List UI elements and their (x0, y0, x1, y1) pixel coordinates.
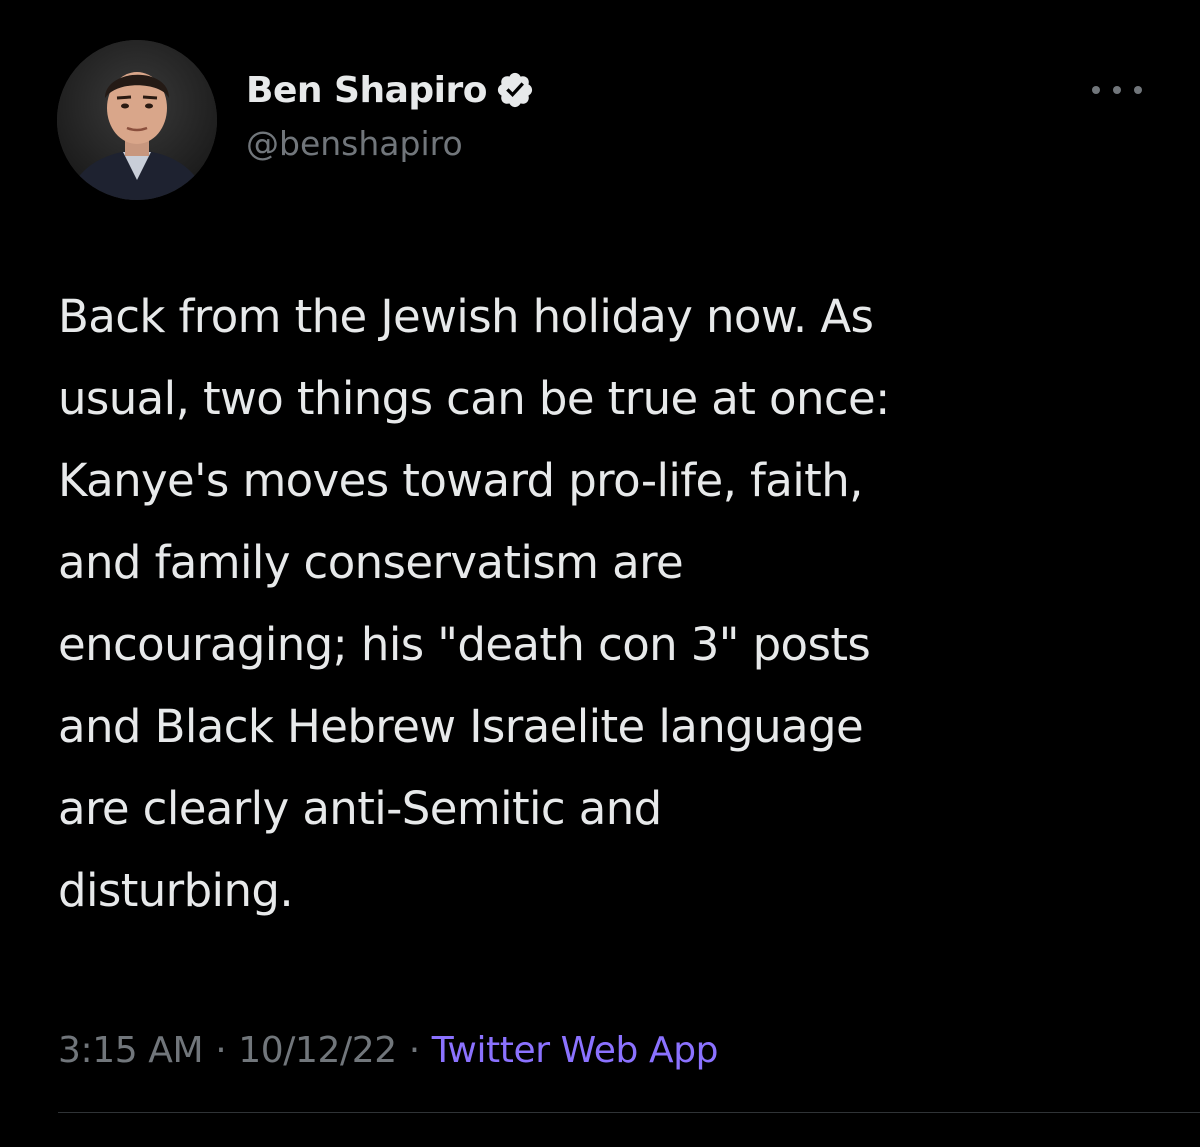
more-horizontal-icon (1092, 86, 1100, 94)
author-name-row[interactable]: Ben Shapiro (246, 62, 535, 118)
avatar-photo (57, 40, 217, 200)
tweet-source-link[interactable]: Twitter Web App (432, 1030, 719, 1071)
verified-badge-icon (495, 70, 535, 110)
divider (58, 1112, 1200, 1113)
more-options-button[interactable] (1092, 78, 1142, 102)
tweet-date[interactable]: 10/12/22 (238, 1030, 397, 1071)
author-display-name[interactable]: Ben Shapiro (246, 70, 487, 111)
author-handle[interactable]: @benshapiro (246, 124, 463, 163)
meta-separator: · (215, 1029, 227, 1071)
avatar[interactable] (57, 40, 217, 200)
tweet-metadata: 3:15 AM · 10/12/22 · Twitter Web App (58, 1022, 719, 1078)
tweet-card: Ben Shapiro @benshapiro Back from the Je… (0, 0, 1200, 1147)
tweet-text: Back from the Jewish holiday now. As usu… (58, 290, 890, 917)
more-horizontal-icon (1134, 86, 1142, 94)
tweet-time[interactable]: 3:15 AM (58, 1030, 204, 1071)
meta-separator: · (408, 1029, 420, 1071)
more-horizontal-icon (1113, 86, 1121, 94)
